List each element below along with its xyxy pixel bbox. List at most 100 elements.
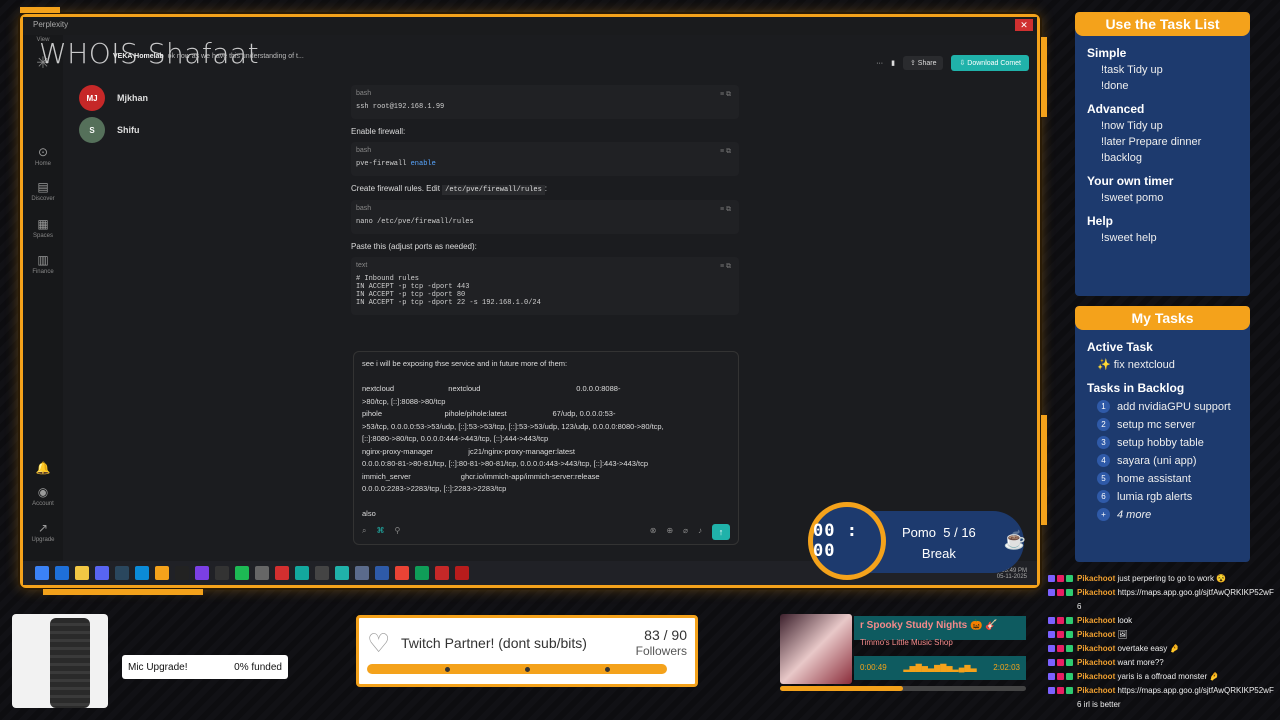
pdf-icon[interactable]: [275, 566, 289, 580]
backlog-item: 4 sayara (uni app): [1075, 454, 1250, 467]
more-icon[interactable]: ···: [876, 60, 883, 67]
app-icon[interactable]: [435, 566, 449, 580]
backlog-item: 3 setup hobby table: [1075, 436, 1250, 449]
waveform-icon: ▂▅▇▅▃▆▇▅▂▄▆▃: [903, 663, 977, 672]
sidebar-item-upgrade[interactable]: ↗ Upgrade: [23, 521, 63, 543]
app-icon[interactable]: [175, 566, 189, 580]
chat-badges: [1048, 645, 1073, 652]
frame-corner: [20, 7, 60, 13]
share-button[interactable]: ⇪ Share: [902, 56, 944, 70]
chat-badges: [1048, 673, 1073, 680]
edge-icon[interactable]: [135, 566, 149, 580]
query-text[interactable]: see i will be exposing thse service and …: [362, 358, 730, 521]
search-icon[interactable]: ⌕: [362, 525, 366, 538]
avatar: S: [79, 117, 105, 143]
chat-username: Pikachoot: [1077, 672, 1116, 681]
track-title: r Spooky Study Nights 🎃 🎸: [854, 616, 1026, 640]
chat-body: Pikachoot 🖼: [1077, 628, 1128, 642]
help-command: !task Tidy up: [1101, 64, 1163, 76]
chrome-icon[interactable]: [395, 566, 409, 580]
copy-icon[interactable]: ≡ ⧉: [720, 206, 731, 214]
goal-funded: 0% funded: [234, 661, 282, 673]
discord-icon[interactable]: [95, 566, 109, 580]
sidebar-item-spaces[interactable]: ▦ Spaces: [23, 217, 63, 239]
app-icon[interactable]: [295, 566, 309, 580]
contact-item[interactable]: S Shifu: [79, 117, 148, 143]
bookmark-icon[interactable]: ▮: [891, 59, 895, 67]
backlog-title: Tasks in Backlog: [1087, 381, 1185, 395]
app-icon[interactable]: [355, 566, 369, 580]
chat-badges: [1048, 659, 1073, 666]
mic-icon[interactable]: ♪: [698, 525, 702, 538]
timer-display: 00 : 00: [808, 502, 886, 580]
webcam-feed: [12, 614, 108, 708]
space-name[interactable]: VEKA Homelab: [113, 53, 164, 60]
app-icon[interactable]: [255, 566, 269, 580]
app-icon[interactable]: [215, 566, 229, 580]
code-arg: enable: [410, 160, 436, 168]
copy-icon[interactable]: ≡ ⧉: [720, 148, 731, 156]
track-waveform: 0:00:49 ▂▅▇▅▃▆▇▅▂▄▆▃ 2:02:03: [854, 656, 1026, 680]
backlog-more: +4 more: [1075, 508, 1250, 521]
sidebar-item-discover[interactable]: ▤ Discover: [23, 180, 63, 202]
research-icon[interactable]: ⌘: [376, 525, 384, 538]
send-button[interactable]: ↑: [712, 524, 730, 540]
notification-bell-icon[interactable]: 🔔: [23, 461, 63, 477]
copy-icon[interactable]: ≡ ⧉: [720, 263, 731, 271]
obs-icon[interactable]: [455, 566, 469, 580]
chat-text: look: [1117, 616, 1133, 625]
contact-item[interactable]: MJ Mjkhan: [79, 85, 148, 111]
download-comet-button[interactable]: ⇩ Download Comet: [951, 55, 1029, 71]
query-line: see i will be exposing thse service and …: [362, 359, 568, 368]
pomo-state: Break: [921, 546, 956, 561]
chat-body: Pikachoot overtake easy 🤌: [1077, 642, 1179, 656]
sidebar-item-home[interactable]: ⊙ Home: [23, 145, 63, 167]
sidebar-item-finance[interactable]: ▥ Finance: [23, 253, 63, 275]
album-cover: [780, 614, 852, 684]
chat-text: want more??: [1117, 658, 1164, 667]
app-icon[interactable]: [375, 566, 389, 580]
sidebar-item-account[interactable]: ◉ Account: [23, 485, 63, 507]
input-toolbar: ⌕ ⌘ ⚲ ⊗ ⊕ ⌀ ♪ ↑: [362, 524, 730, 540]
chat-username: Pikachoot: [1077, 644, 1116, 653]
start-icon[interactable]: [35, 566, 49, 580]
backlog-item: 6 lumia rgb alerts: [1075, 490, 1250, 503]
chat-badges: [1048, 617, 1073, 624]
code-lang: bash: [356, 147, 372, 154]
partner-goal-widget: ♡ Twitch Partner! (dont sub/bits) 83 / 9…: [356, 615, 698, 687]
task-label: sayara (uni app): [1117, 454, 1197, 467]
task-number: 6: [1097, 490, 1110, 503]
close-button[interactable]: ✕: [1015, 19, 1033, 31]
steam-icon[interactable]: [115, 566, 129, 580]
query-line: >53/tcp, 0.0.0.0:53->53/udp, [::]:53->53…: [362, 421, 664, 431]
play-icon[interactable]: [235, 566, 249, 580]
mic-upgrade-goal: Mic Upgrade! 0% funded: [122, 655, 288, 679]
lightbulb-icon[interactable]: ⚲: [394, 525, 400, 538]
pomodoro-status: Pomo 5 / 16 Break: [902, 522, 976, 564]
help-section-title: Advanced: [1087, 102, 1145, 116]
app-icon[interactable]: [195, 566, 209, 580]
globe-icon[interactable]: ⊕: [666, 525, 673, 538]
help-section-title: Your own timer: [1087, 174, 1174, 188]
query-input[interactable]: see i will be exposing thse service and …: [353, 351, 739, 545]
model-icon[interactable]: ⊗: [650, 525, 657, 538]
attach-icon[interactable]: ⌀: [683, 525, 688, 538]
help-command: !later Prepare dinner: [1101, 136, 1202, 148]
app-icon[interactable]: [315, 566, 329, 580]
badge-icon: [1066, 617, 1073, 624]
app-icon[interactable]: [155, 566, 169, 580]
badge-icon: [1048, 673, 1055, 680]
pomo-current: 5: [943, 525, 951, 540]
chat-text: overtake easy 🤌: [1117, 644, 1180, 653]
app-icon[interactable]: [415, 566, 429, 580]
badge-icon: [1066, 687, 1073, 694]
perplexity-taskbar-icon[interactable]: [335, 566, 349, 580]
folder-icon[interactable]: [75, 566, 89, 580]
copy-icon[interactable]: ≡ ⧉: [720, 91, 731, 99]
chat-message: Pikachoot want more??: [1048, 656, 1276, 670]
app-icon[interactable]: [55, 566, 69, 580]
upgrade-icon: ↗: [37, 521, 49, 535]
thread-title[interactable]: ok now as we have this understanding of …: [168, 53, 304, 60]
code-block: text ≡ ⧉ # Inbound rules IN ACCEPT -p tc…: [351, 257, 739, 315]
query-line: [362, 496, 730, 509]
